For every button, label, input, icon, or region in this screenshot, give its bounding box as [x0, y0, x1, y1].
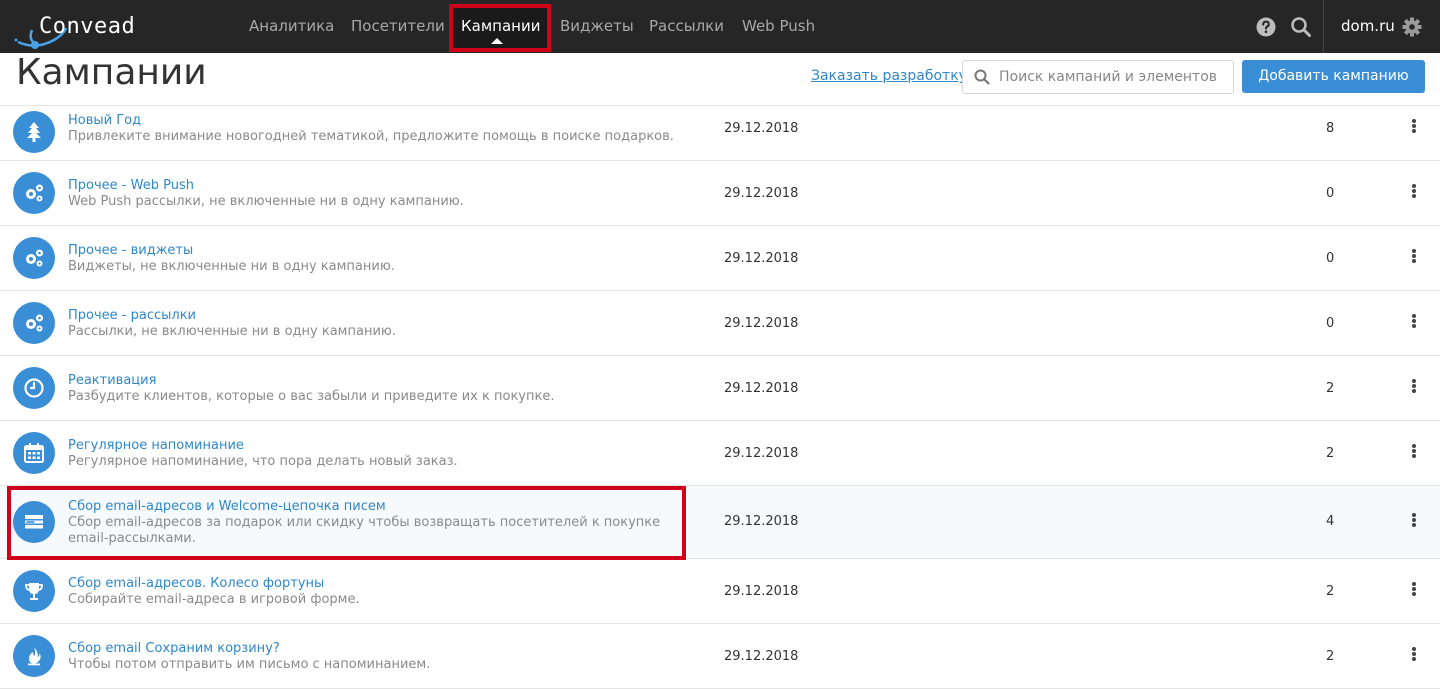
campaign-title[interactable]: Регулярное напоминание	[68, 438, 244, 453]
campaign-description: Привлеките внимание новогодней тематикой…	[68, 129, 674, 144]
campaign-count: 2	[1326, 584, 1335, 599]
nav-tab-campaigns[interactable]: Кампании	[461, 17, 540, 35]
trophy-icon	[13, 570, 55, 612]
top-navigation-bar: Convead Аналитика Посетители Кампании Ви…	[0, 0, 1440, 53]
row-menu-icon[interactable]	[1406, 379, 1422, 395]
campaign-description: Собирайте email-адреса в игровой форме.	[68, 592, 360, 607]
top-bar-divider	[1323, 0, 1324, 53]
campaign-title[interactable]: Прочее - Web Push	[68, 178, 194, 193]
help-icon[interactable]	[1255, 16, 1277, 38]
campaign-row-regular-reminder[interactable]: Регулярное напоминание Регулярное напоми…	[0, 421, 1440, 486]
convead-logo[interactable]: Convead	[14, 6, 164, 52]
nav-tab-web-push[interactable]: Web Push	[742, 17, 815, 35]
campaign-date: 29.12.2018	[724, 649, 799, 664]
campaign-date: 29.12.2018	[724, 251, 799, 266]
campaign-count: 0	[1326, 251, 1335, 266]
campaign-date: 29.12.2018	[724, 121, 799, 136]
nav-tab-mailings[interactable]: Рассылки	[649, 17, 724, 35]
campaign-title[interactable]: Сбор email-адресов и Welcome-цепочка пис…	[68, 499, 386, 514]
gears-icon	[13, 237, 55, 279]
logo-text: Convead	[39, 14, 136, 39]
campaign-row-email-welcome-chain[interactable]: Сбор email-адресов и Welcome-цепочка пис…	[0, 486, 1440, 559]
account-name[interactable]: dom.ru	[1341, 17, 1395, 35]
campaign-count: 2	[1326, 649, 1335, 664]
row-menu-icon[interactable]	[1406, 184, 1422, 200]
campaign-date: 29.12.2018	[724, 316, 799, 331]
campaign-date: 29.12.2018	[724, 584, 799, 599]
campaign-title[interactable]: Новый Год	[68, 113, 141, 128]
add-campaign-button[interactable]: Добавить кампанию	[1242, 60, 1425, 93]
row-menu-icon[interactable]	[1406, 119, 1422, 135]
tree-icon	[13, 111, 55, 153]
campaign-count: 2	[1326, 446, 1335, 461]
fire-icon	[13, 635, 55, 677]
row-menu-icon[interactable]	[1406, 444, 1422, 460]
nav-tab-visitors[interactable]: Посетители	[351, 17, 445, 35]
page-title: Кампании	[16, 52, 207, 93]
campaign-description: Сбор email-адресов за подарок или скидку…	[68, 515, 661, 546]
gears-icon	[13, 172, 55, 214]
clock-icon	[13, 367, 55, 409]
row-menu-icon[interactable]	[1406, 582, 1422, 598]
campaign-count: 0	[1326, 316, 1335, 331]
campaign-date: 29.12.2018	[724, 514, 799, 529]
campaign-count: 4	[1326, 514, 1335, 529]
order-development-link[interactable]: Заказать разработку	[811, 68, 967, 84]
row-menu-icon[interactable]	[1406, 647, 1422, 663]
search-icon[interactable]	[1290, 16, 1312, 38]
campaign-title[interactable]: Сбор email Сохраним корзину?	[68, 641, 280, 656]
campaign-description: Рассылки, не включенные ни в одну кампан…	[68, 324, 396, 339]
campaign-description: Чтобы потом отправить им письмо с напоми…	[68, 657, 431, 672]
campaign-row-other-mailings[interactable]: Прочее - рассылки Рассылки, не включенны…	[0, 291, 1440, 356]
campaign-count: 2	[1326, 381, 1335, 396]
campaign-title[interactable]: Сбор email-адресов. Колесо фортуны	[68, 576, 324, 591]
campaign-description: Разбудите клиентов, которые о вас забыли…	[68, 389, 555, 404]
campaign-title[interactable]: Прочее - виджеты	[68, 243, 193, 258]
campaign-title[interactable]: Реактивация	[68, 373, 156, 388]
campaign-date: 29.12.2018	[724, 446, 799, 461]
campaign-row-fortune-wheel[interactable]: Сбор email-адресов. Колесо фортуны Собир…	[0, 559, 1440, 624]
campaign-row-other-web-push[interactable]: Прочее - Web Push Web Push рассылки, не …	[0, 161, 1440, 226]
campaign-row-reactivation[interactable]: Реактивация Разбудите клиентов, которые …	[0, 356, 1440, 421]
search-field-icon	[974, 69, 990, 85]
form-icon	[13, 501, 55, 543]
campaign-row-save-cart[interactable]: Сбор email Сохраним корзину? Чтобы потом…	[0, 624, 1440, 689]
gear-icon[interactable]	[1401, 16, 1423, 38]
row-menu-icon[interactable]	[1406, 513, 1422, 529]
campaign-search-box[interactable]	[962, 60, 1234, 94]
nav-tab-widgets[interactable]: Виджеты	[560, 17, 634, 35]
campaign-count: 8	[1326, 121, 1335, 136]
row-menu-icon[interactable]	[1406, 249, 1422, 265]
nav-tab-analytics[interactable]: Аналитика	[249, 17, 334, 35]
campaign-row-new-year[interactable]: Новый Год Привлеките внимание новогодней…	[0, 106, 1440, 161]
campaign-date: 29.12.2018	[724, 381, 799, 396]
gears-icon	[13, 302, 55, 344]
campaign-title[interactable]: Прочее - рассылки	[68, 308, 196, 323]
campaign-date: 29.12.2018	[724, 186, 799, 201]
campaign-description: Виджеты, не включенные ни в одну кампани…	[68, 259, 395, 274]
campaign-count: 0	[1326, 186, 1335, 201]
calendar-icon	[13, 432, 55, 474]
campaign-search-input[interactable]	[999, 61, 1229, 93]
campaign-row-other-widgets[interactable]: Прочее - виджеты Виджеты, не включенные …	[0, 226, 1440, 291]
campaign-description: Web Push рассылки, не включенные ни в од…	[68, 194, 464, 209]
active-tab-caret-icon	[491, 38, 503, 44]
row-menu-icon[interactable]	[1406, 314, 1422, 330]
campaign-description: Регулярное напоминание, что пора делать …	[68, 454, 458, 469]
